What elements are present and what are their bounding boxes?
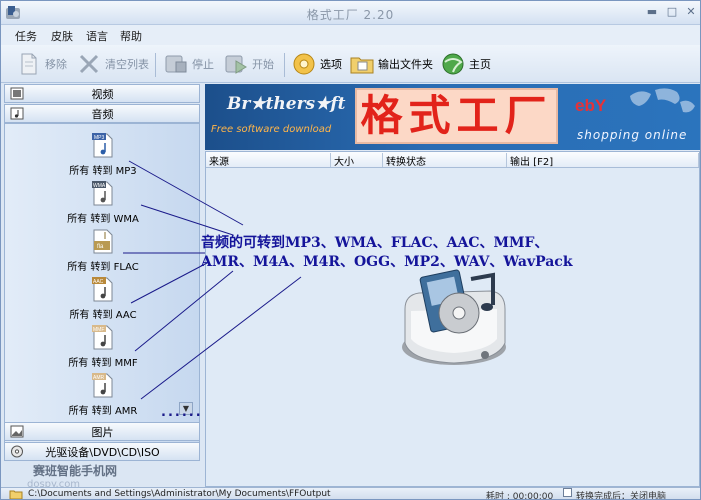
remove-button[interactable]: 移除 bbox=[17, 49, 67, 79]
toolbar-separator bbox=[155, 53, 156, 77]
audio-note-icon bbox=[10, 107, 24, 120]
folder-icon bbox=[350, 57, 374, 74]
format-mmf[interactable]: MMF 所有 转到 MMF bbox=[5, 323, 199, 369]
menu-help[interactable]: 帮助 bbox=[120, 28, 142, 44]
category-video-label: 视频 bbox=[91, 87, 114, 101]
menu-skin[interactable]: 皮肤 bbox=[51, 28, 73, 44]
ebay-logo: ebY bbox=[575, 96, 606, 116]
picture-icon bbox=[10, 425, 24, 438]
clear-list-button[interactable]: 清空列表 bbox=[77, 49, 149, 79]
menu-task[interactable]: 任务 bbox=[15, 28, 37, 44]
title-bar: 格式工厂 2.20 ▬ □ ✕ bbox=[1, 1, 700, 25]
toolbar: 移除 清空列表 停止 开始 选项 输出文件夹 主页 bbox=[1, 45, 700, 83]
watermark-dospy: 赛班智能手机网 bbox=[33, 464, 118, 478]
svg-text:MMF: MMF bbox=[93, 327, 104, 333]
start-label: 开始 bbox=[252, 58, 274, 71]
stop-icon bbox=[165, 55, 187, 73]
app-window: 格式工厂 2.20 ▬ □ ✕ 任务 皮肤 语言 帮助 移除 清空列表 停止 开… bbox=[0, 0, 701, 500]
mmf-file-icon: MMF bbox=[92, 325, 113, 350]
category-audio[interactable]: 音频 bbox=[4, 104, 200, 123]
annotation-line-2: AMR、M4A、M4R、OGG、MP2、WAV、WavPack bbox=[201, 254, 573, 270]
column-status[interactable]: 转换状态 bbox=[383, 153, 507, 168]
start-icon bbox=[225, 55, 247, 74]
format-mmf-label: 所有 转到 MMF bbox=[68, 358, 138, 369]
options-gear-icon bbox=[293, 53, 315, 75]
maximize-icon[interactable]: □ bbox=[663, 5, 681, 20]
category-panel: 视频 音频 MP3 所有 转到 MP3 WMA 所有 转到 WMA fla 所有… bbox=[4, 84, 200, 487]
category-picture[interactable]: 图片 bbox=[4, 422, 200, 441]
category-picture-label: 图片 bbox=[91, 425, 114, 439]
toolbar-separator bbox=[284, 53, 285, 77]
start-button[interactable]: 开始 bbox=[224, 49, 274, 79]
output-folder-label: 输出文件夹 bbox=[378, 58, 433, 71]
shutdown-checkbox[interactable] bbox=[563, 488, 572, 497]
remove-label: 移除 bbox=[45, 58, 67, 71]
column-source[interactable]: 来源 bbox=[206, 153, 331, 168]
svg-text:MP3: MP3 bbox=[94, 135, 105, 141]
format-wma-label: 所有 转到 WMA bbox=[67, 214, 139, 225]
amr-file-icon: AMR bbox=[92, 373, 113, 398]
format-mp3-label: 所有 转到 MP3 bbox=[69, 166, 137, 177]
disc-icon bbox=[11, 445, 23, 458]
shutdown-label: 转换完成后：关闭电脑 bbox=[576, 492, 667, 500]
format-aac[interactable]: AAC 所有 转到 AAC bbox=[5, 275, 199, 321]
elapsed-time: 耗时 : 00:00:00 bbox=[486, 492, 554, 500]
video-icon bbox=[10, 87, 24, 100]
folder-icon[interactable] bbox=[9, 489, 23, 500]
close-icon[interactable]: ✕ bbox=[682, 5, 700, 20]
world-map-icon bbox=[630, 88, 695, 113]
category-audio-label: 音频 bbox=[91, 107, 114, 121]
clear-list-label: 清空列表 bbox=[105, 58, 149, 71]
clear-x-icon bbox=[79, 54, 99, 74]
home-globe-icon bbox=[442, 53, 464, 75]
minimize-icon[interactable]: ▬ bbox=[643, 5, 661, 20]
aac-file-icon: AAC bbox=[92, 277, 113, 302]
format-flac[interactable]: fla 所有 转到 FLAC bbox=[5, 227, 199, 273]
mp3-file-icon: MP3 bbox=[92, 133, 113, 158]
home-button[interactable]: 主页 bbox=[441, 49, 491, 79]
window-title: 格式工厂 2.20 bbox=[306, 8, 395, 22]
format-aac-label: 所有 转到 AAC bbox=[69, 310, 137, 321]
format-factory-logo-icon bbox=[402, 269, 506, 365]
ebay-logo-text: ebY bbox=[575, 96, 607, 115]
format-mp3[interactable]: MP3 所有 转到 MP3 bbox=[5, 131, 199, 177]
stop-button[interactable]: 停止 bbox=[164, 49, 214, 79]
task-list-header: 来源 大小 转换状态 输出 [F2] bbox=[206, 152, 699, 168]
wma-file-icon: WMA bbox=[92, 181, 113, 206]
svg-text:AAC: AAC bbox=[93, 279, 104, 285]
banner-title: 格式工厂 bbox=[355, 88, 558, 144]
banner-shopping-text: shopping online bbox=[577, 128, 688, 142]
flac-file-icon: fla bbox=[93, 229, 113, 254]
annotation-text: 音频的可转到MP3、WMA、FLAC、AAC、MMF、 AMR、M4A、M4R、… bbox=[201, 234, 581, 272]
format-wma[interactable]: WMA 所有 转到 WMA bbox=[5, 179, 199, 225]
home-label: 主页 bbox=[469, 58, 491, 71]
document-icon bbox=[21, 53, 37, 75]
category-rom-device-label: 光驱设备\DVD\CD\ISO bbox=[45, 445, 160, 459]
options-label: 选项 bbox=[320, 58, 342, 71]
menu-bar: 任务 皮肤 语言 帮助 bbox=[1, 25, 700, 45]
output-folder-button[interactable]: 输出文件夹 bbox=[350, 49, 433, 79]
column-output[interactable]: 输出 [F2] bbox=[507, 153, 699, 168]
column-size[interactable]: 大小 bbox=[331, 153, 383, 168]
svg-text:AMR: AMR bbox=[93, 375, 105, 381]
ad-banner[interactable]: Br★thers★ft Free software download 格式工厂 … bbox=[205, 84, 700, 150]
more-formats-dots: ...... bbox=[161, 405, 203, 420]
brothersoft-logo: Br★thers★ft bbox=[227, 94, 346, 114]
menu-language[interactable]: 语言 bbox=[86, 28, 108, 44]
annotation-line-1: 音频的可转到MP3、WMA、FLAC、AAC、MMF、 bbox=[201, 235, 549, 251]
category-rom-device[interactable]: 光驱设备\DVD\CD\ISO bbox=[4, 442, 200, 461]
status-bar: C:\Documents and Settings\Administrator\… bbox=[1, 487, 700, 500]
output-path[interactable]: C:\Documents and Settings\Administrator\… bbox=[28, 489, 331, 499]
audio-format-list: MP3 所有 转到 MP3 WMA 所有 转到 WMA fla 所有 转到 FL… bbox=[4, 123, 200, 444]
banner-subtitle: Free software download bbox=[211, 124, 332, 135]
svg-text:WMA: WMA bbox=[93, 183, 106, 189]
category-video[interactable]: 视频 bbox=[4, 84, 200, 103]
stop-label: 停止 bbox=[192, 58, 214, 71]
format-flac-label: 所有 转到 FLAC bbox=[67, 262, 139, 273]
options-button[interactable]: 选项 bbox=[292, 49, 342, 79]
svg-text:fla: fla bbox=[97, 244, 104, 250]
